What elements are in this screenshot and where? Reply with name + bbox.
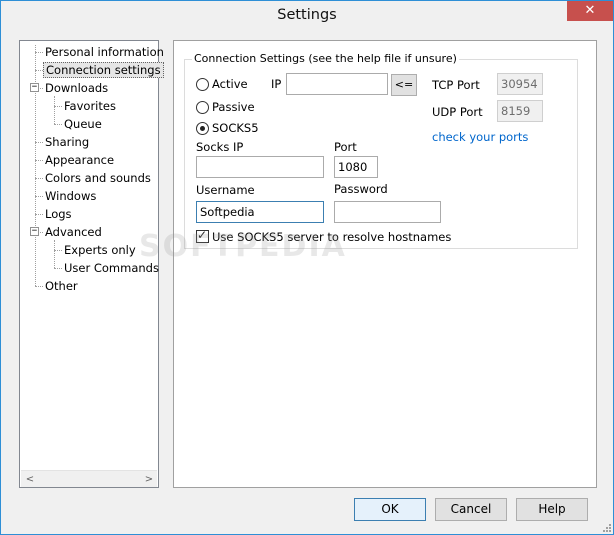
tree-item-sharing[interactable]: Sharing <box>43 134 91 150</box>
tree-connector <box>35 70 43 71</box>
socks-ip-label: Socks IP <box>196 140 244 154</box>
username-input[interactable]: Softpedia <box>196 201 324 223</box>
tree-connector <box>35 178 43 179</box>
tree-connector <box>35 160 43 161</box>
tree-item-experts-only[interactable]: Experts only <box>62 242 138 258</box>
settings-tree[interactable]: − − Personal information Connection sett… <box>19 40 164 488</box>
tree-connector <box>35 214 43 215</box>
help-button[interactable]: Help <box>516 498 588 521</box>
tree-item-windows[interactable]: Windows <box>43 188 98 204</box>
port-label: Port <box>334 140 357 154</box>
tree-connector <box>54 268 62 269</box>
tree-connector <box>54 250 62 251</box>
tree-item-logs[interactable]: Logs <box>43 206 74 222</box>
tree-item-appearance[interactable]: Appearance <box>43 152 116 168</box>
udp-port-input[interactable]: 8159 <box>497 100 543 122</box>
collapse-downloads-icon[interactable]: − <box>30 83 39 92</box>
ip-input[interactable] <box>286 73 388 95</box>
tree-item-other[interactable]: Other <box>43 278 80 294</box>
mode-socks5-radio[interactable] <box>196 122 209 135</box>
resize-grip-icon[interactable] <box>601 522 612 533</box>
ip-label: IP <box>271 77 282 91</box>
tree-connector <box>54 124 62 125</box>
tree-item-favorites[interactable]: Favorites <box>62 98 118 114</box>
scroll-left-icon[interactable]: < <box>22 472 38 487</box>
tree-item-personal-information[interactable]: Personal information <box>43 44 166 60</box>
tree-connector <box>54 106 62 107</box>
close-button[interactable]: ✕ <box>567 1 613 21</box>
window-title: Settings <box>277 7 337 23</box>
detect-ip-button[interactable]: <= <box>391 74 417 96</box>
tree-connector <box>54 96 55 124</box>
tree-item-downloads[interactable]: Downloads <box>43 80 110 96</box>
check-ports-link[interactable]: check your ports <box>432 130 528 144</box>
connection-settings-panel: Connection Settings (see the help file i… <box>173 40 597 488</box>
tree-connector <box>35 196 43 197</box>
tree-item-connection-settings[interactable]: Connection settings <box>43 62 164 78</box>
settings-window: Settings ✕ − − Personal information Conn… <box>0 0 614 535</box>
mode-socks5-label[interactable]: SOCKS5 <box>212 121 259 135</box>
collapse-advanced-icon[interactable]: − <box>30 227 39 236</box>
udp-port-label: UDP Port <box>432 105 483 119</box>
socks-ip-input[interactable] <box>196 156 324 178</box>
title-bar[interactable]: Settings ✕ <box>1 1 613 32</box>
mode-passive-radio[interactable] <box>196 101 209 114</box>
mode-active-label[interactable]: Active <box>212 77 248 91</box>
tree-item-colors-and-sounds[interactable]: Colors and sounds <box>43 170 153 186</box>
password-input[interactable] <box>334 201 441 223</box>
tree-connector <box>35 142 43 143</box>
ok-button[interactable]: OK <box>354 498 426 521</box>
group-title: Connection Settings (see the help file i… <box>192 52 459 65</box>
username-label: Username <box>196 183 255 197</box>
tree-connector <box>54 240 55 268</box>
softpedia-watermark: SOFTPEDIA <box>139 229 347 264</box>
tcp-port-label: TCP Port <box>432 78 480 92</box>
cancel-button[interactable]: Cancel <box>435 498 507 521</box>
scroll-right-icon[interactable]: > <box>141 472 157 487</box>
mode-passive-label[interactable]: Passive <box>212 100 255 114</box>
tree-connector <box>35 286 43 287</box>
tree-horizontal-scrollbar[interactable]: < > <box>21 470 157 487</box>
connection-settings-group: Connection Settings (see the help file i… <box>184 52 578 249</box>
mode-active-radio[interactable] <box>196 78 209 91</box>
tree-item-advanced[interactable]: Advanced <box>43 224 104 240</box>
password-label: Password <box>334 182 388 196</box>
port-input[interactable]: 1080 <box>334 156 378 178</box>
tree-connector <box>35 52 43 53</box>
tcp-port-input[interactable]: 30954 <box>497 73 543 95</box>
tree-item-queue[interactable]: Queue <box>62 116 104 132</box>
close-icon: ✕ <box>584 3 596 18</box>
